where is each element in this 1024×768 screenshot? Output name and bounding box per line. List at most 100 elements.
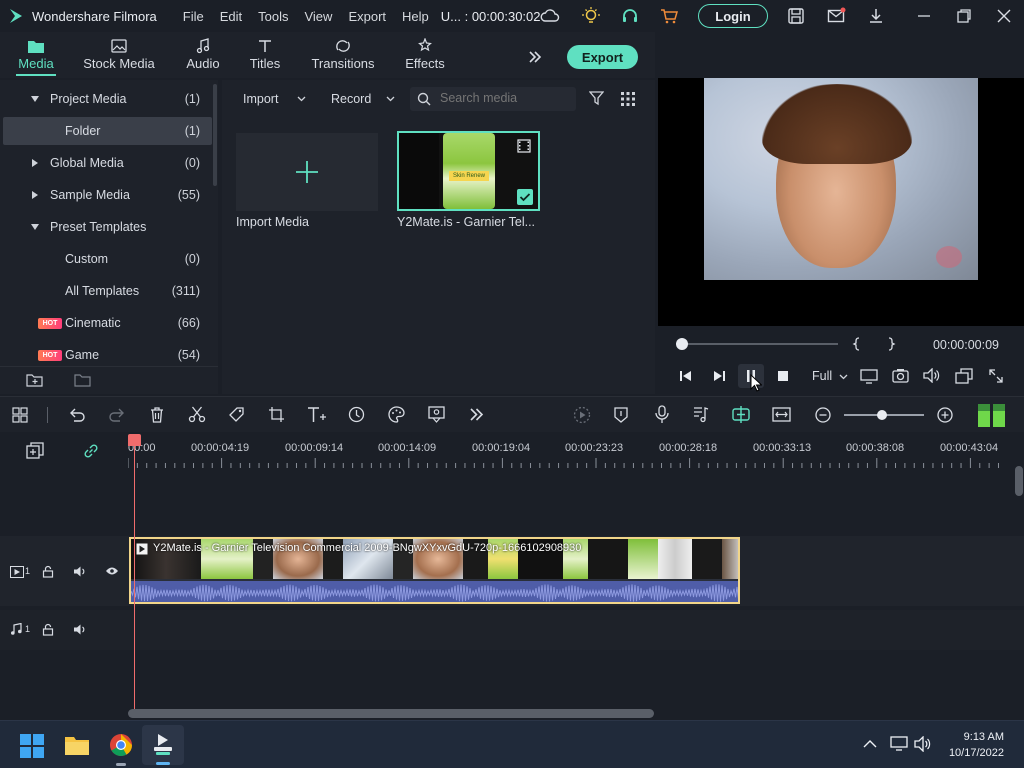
eye-icon[interactable] — [105, 566, 119, 576]
filter-icon[interactable] — [589, 91, 604, 106]
taskbar-date[interactable]: 10/17/2022 — [930, 747, 1004, 759]
zoom-out-icon[interactable] — [815, 407, 831, 423]
quality-dropdown[interactable]: Full — [812, 368, 852, 386]
cart-icon[interactable] — [659, 6, 679, 26]
zoom-in-icon[interactable] — [937, 407, 953, 423]
sidebar-item-folder[interactable]: Folder (1) — [3, 117, 212, 145]
add-track-icon[interactable] — [26, 442, 44, 460]
crop-icon[interactable] — [268, 406, 285, 423]
chrome-icon[interactable] — [109, 733, 133, 757]
tab-audio[interactable]: Audio — [182, 36, 224, 71]
speed-timer-icon[interactable] — [348, 406, 365, 423]
menu-export[interactable]: Export — [348, 9, 386, 24]
color-palette-icon[interactable] — [388, 406, 405, 423]
menu-tools[interactable]: Tools — [258, 9, 288, 24]
redo-icon[interactable] — [108, 406, 126, 422]
tab-titles[interactable]: Titles — [246, 36, 284, 71]
lock-icon[interactable] — [42, 565, 54, 578]
preview-progress-handle[interactable] — [676, 338, 688, 350]
file-explorer-icon[interactable] — [64, 734, 90, 756]
timeline-vertical-scrollbar[interactable] — [1015, 466, 1023, 496]
playhead-line[interactable] — [134, 440, 135, 710]
snap-magnet-icon[interactable] — [731, 405, 751, 424]
sidebar-item-cinematic[interactable]: HOT Cinematic (66) — [0, 309, 212, 337]
import-media-tile[interactable] — [236, 133, 378, 211]
tab-transitions[interactable]: Transitions — [310, 36, 376, 71]
sidebar-item-project-media[interactable]: Project Media (1) — [0, 85, 212, 113]
sidebar-item-game[interactable]: HOT Game (54) — [0, 341, 212, 369]
media-clip-thumbnail[interactable]: Skin Renew — [397, 131, 540, 211]
timeline-video-clip[interactable]: Y2Mate.is - Garnier Television Commercia… — [129, 537, 740, 604]
sidebar-item-custom[interactable]: Custom (0) — [0, 245, 212, 273]
filmora-taskbar-button[interactable] — [142, 725, 184, 765]
sidebar-item-preset-templates[interactable]: Preset Templates — [0, 213, 212, 241]
sidebar-scrollbar[interactable] — [213, 84, 217, 186]
taskbar-time[interactable]: 9:13 AM — [930, 731, 1004, 743]
grid-view-icon[interactable] — [621, 92, 635, 106]
mail-icon[interactable] — [826, 6, 846, 26]
restore-icon[interactable] — [954, 6, 974, 26]
tab-effects[interactable]: Effects — [402, 36, 448, 71]
headset-support-icon[interactable] — [620, 6, 640, 26]
volume-icon[interactable] — [923, 368, 940, 383]
close-icon[interactable] — [994, 6, 1014, 26]
speaker-icon[interactable] — [73, 623, 87, 636]
audio-meter-icon[interactable] — [977, 403, 1007, 428]
search-box[interactable] — [410, 87, 576, 111]
windows-start-icon[interactable] — [20, 734, 44, 758]
menu-view[interactable]: View — [304, 9, 332, 24]
mark-out-icon[interactable] — [886, 337, 896, 351]
pip-window-icon[interactable] — [955, 368, 973, 384]
display-settings-icon[interactable] — [860, 368, 878, 384]
tab-media[interactable]: Media — [16, 36, 56, 76]
preview-progress-track[interactable] — [680, 343, 838, 345]
export-button[interactable]: Export — [567, 45, 638, 69]
more-tools-icon[interactable] — [469, 407, 484, 422]
sidebar-item-all-templates[interactable]: All Templates (311) — [0, 277, 212, 305]
login-button[interactable]: Login — [698, 4, 768, 28]
download-icon[interactable] — [866, 6, 886, 26]
layout-grid-icon[interactable] — [12, 407, 28, 423]
snapshot-camera-icon[interactable] — [892, 368, 909, 383]
fullscreen-icon[interactable] — [989, 369, 1003, 383]
search-input[interactable] — [440, 91, 570, 105]
green-screen-icon[interactable] — [428, 406, 445, 423]
mark-in-icon[interactable] — [852, 337, 862, 351]
folder-outline-icon[interactable] — [74, 373, 92, 388]
stop-icon[interactable] — [777, 370, 789, 382]
minimize-icon[interactable] — [914, 6, 934, 26]
timeline-horizontal-scrollbar[interactable] — [128, 709, 654, 718]
cloud-icon[interactable] — [540, 6, 560, 26]
marker-shield-icon[interactable] — [613, 406, 629, 424]
sidebar-item-global-media[interactable]: Global Media (0) — [0, 149, 212, 177]
delete-trash-icon[interactable] — [149, 406, 165, 423]
tag-icon[interactable] — [228, 406, 245, 423]
sidebar-item-sample-media[interactable]: Sample Media (55) — [0, 181, 212, 209]
step-back-icon[interactable] — [679, 369, 693, 383]
network-monitor-icon[interactable] — [890, 736, 908, 752]
menu-help[interactable]: Help — [402, 9, 429, 24]
lock-icon[interactable] — [42, 623, 54, 636]
import-media-label: Import Media — [236, 215, 309, 229]
lightbulb-icon[interactable] — [581, 6, 601, 26]
fit-timeline-icon[interactable] — [772, 406, 791, 423]
tab-stock-media[interactable]: Stock Media — [82, 36, 156, 71]
link-icon[interactable] — [82, 442, 100, 460]
menu-edit[interactable]: Edit — [220, 9, 242, 24]
scissors-icon[interactable] — [188, 406, 206, 423]
chevron-up-icon[interactable] — [863, 739, 877, 749]
menu-file[interactable]: File — [183, 9, 204, 24]
undo-icon[interactable] — [68, 406, 86, 422]
save-icon[interactable] — [786, 6, 806, 26]
zoom-slider-handle[interactable] — [877, 410, 887, 420]
menu-bar: File Edit Tools View Export Help — [183, 9, 445, 24]
more-tabs-icon[interactable] — [528, 50, 542, 64]
audio-mixer-icon[interactable] — [692, 405, 710, 424]
add-text-icon[interactable] — [306, 405, 328, 424]
play-icon[interactable] — [712, 369, 726, 383]
speaker-icon[interactable] — [73, 565, 87, 578]
microphone-icon[interactable] — [654, 405, 670, 424]
render-preview-icon[interactable] — [573, 406, 591, 424]
new-folder-icon[interactable] — [26, 373, 44, 388]
audio-track-1[interactable]: 1 — [0, 610, 1024, 650]
